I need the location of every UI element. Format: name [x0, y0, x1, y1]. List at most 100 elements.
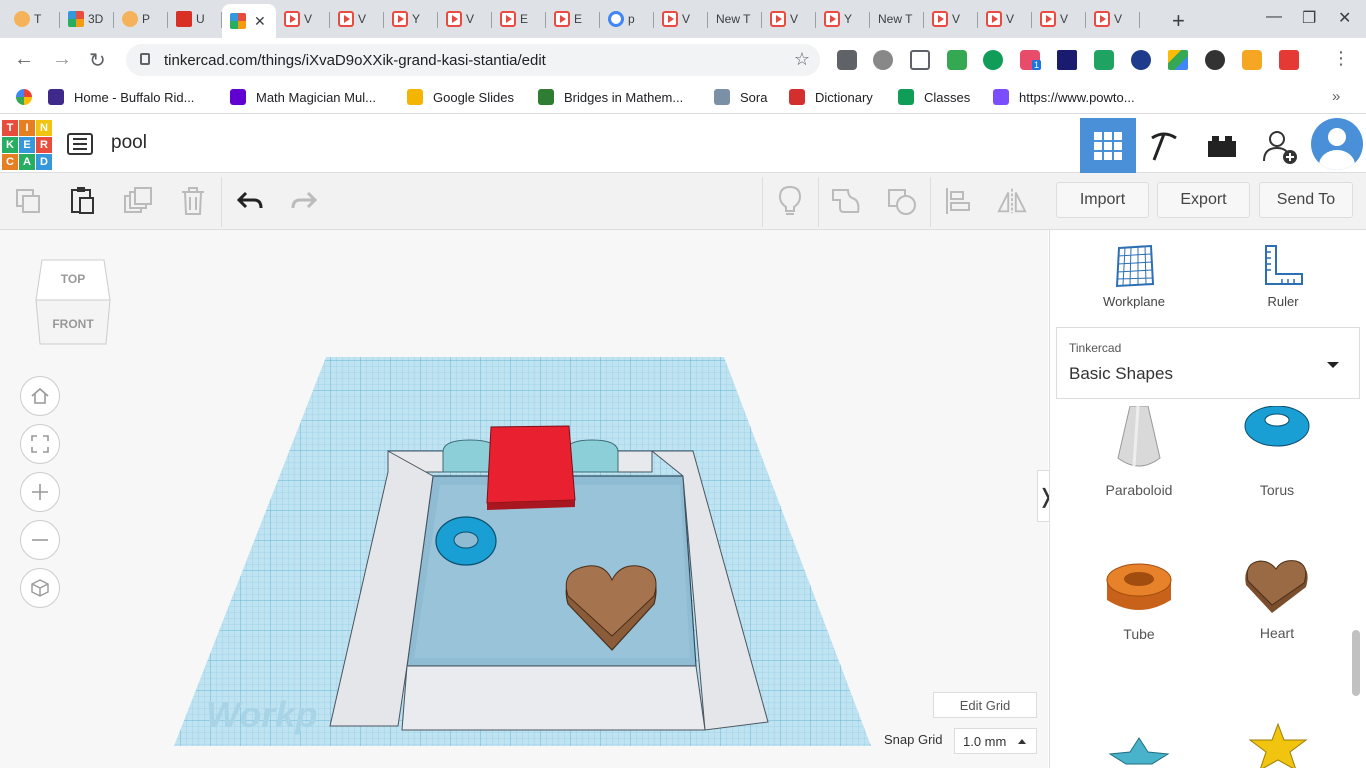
dots-extension-icon[interactable]	[1205, 50, 1225, 70]
align-button[interactable]	[942, 185, 974, 217]
invite-people-button[interactable]	[1252, 118, 1308, 173]
design-title[interactable]: pool	[111, 132, 147, 154]
new-tab-button[interactable]: +	[1172, 8, 1185, 34]
browser-tab[interactable]: V	[762, 4, 816, 34]
bookmark-item[interactable]: Google Slides	[407, 89, 514, 105]
browser-tab[interactable]: ✕	[222, 4, 276, 38]
bookmark-item[interactable]: Bridges in Mathem...	[538, 89, 683, 105]
browser-tab[interactable]: E	[546, 4, 600, 34]
shape-star[interactable]	[1217, 710, 1337, 768]
redo-button[interactable]	[288, 185, 320, 217]
browser-tab[interactable]: New T	[708, 4, 762, 34]
close-tab-icon[interactable]: ✕	[254, 13, 266, 30]
copy-button[interactable]	[12, 185, 44, 217]
shape-heart[interactable]: Heart	[1217, 555, 1337, 641]
back-button[interactable]: ←	[14, 48, 34, 71]
bookmark-item[interactable]: Dictionary	[789, 89, 873, 105]
reload-button[interactable]: ↻	[89, 48, 106, 73]
workplane-tool[interactable]: Workplane	[1079, 244, 1189, 309]
mirror-button[interactable]	[996, 185, 1028, 217]
puzzle-extension-icon[interactable]: 1	[1020, 50, 1042, 70]
bookmark-item[interactable]: Sora	[714, 89, 767, 105]
restore-button[interactable]: ❐	[1302, 8, 1316, 28]
view-cube[interactable]: TOP FRONT	[34, 258, 111, 346]
browser-tab[interactable]: V	[438, 4, 492, 34]
browser-tab[interactable]: V	[654, 4, 708, 34]
k-extension-icon[interactable]	[1131, 50, 1151, 70]
tinkercad-logo[interactable]: TIN KER CAD	[2, 120, 52, 170]
browser-tab[interactable]: p	[600, 4, 654, 34]
apps-icon[interactable]	[16, 89, 32, 105]
browser-tab[interactable]: V	[924, 4, 978, 34]
paste-button[interactable]	[66, 185, 98, 217]
more-bookmarks-icon[interactable]: »	[1332, 88, 1340, 105]
home-view-button[interactable]	[20, 376, 60, 416]
export-button[interactable]: Export	[1157, 182, 1250, 218]
close-window-button[interactable]: ✕	[1338, 8, 1351, 28]
bookmark-item[interactable]: Classes	[898, 89, 970, 105]
bookmark-extension-icon[interactable]	[1279, 50, 1299, 70]
chrome-menu-icon[interactable]: ⋮	[1332, 48, 1350, 69]
3d-scene[interactable]: Workp	[0, 230, 1048, 768]
shield-extension-icon[interactable]	[837, 50, 857, 70]
browser-tab[interactable]: P	[114, 4, 168, 34]
bookmark-item[interactable]: Math Magician Mul...	[230, 89, 376, 105]
bird-extension-icon[interactable]	[873, 50, 893, 70]
browser-tab[interactable]: 3D	[60, 4, 114, 34]
chart-extension-icon[interactable]	[947, 50, 967, 70]
ungroup-button[interactable]	[886, 185, 918, 217]
user-avatar[interactable]	[1311, 118, 1363, 170]
address-bar[interactable]: tinkercad.com/things/iXvaD9oXXik-grand-k…	[126, 44, 820, 76]
browser-tab[interactable]: V	[1086, 4, 1140, 34]
forward-button[interactable]: →	[52, 48, 72, 71]
browser-tab[interactable]: Y	[384, 4, 438, 34]
drive-extension-icon[interactable]	[1168, 50, 1188, 70]
browser-tab[interactable]: V	[276, 4, 330, 34]
shape-paraboloid[interactable]: Paraboloid	[1079, 406, 1199, 498]
shape-tube[interactable]: Tube	[1079, 560, 1199, 642]
bookmark-star-icon[interactable]: ☆	[794, 49, 810, 70]
browser-tab[interactable]: V	[1032, 4, 1086, 34]
browser-tab[interactable]: T	[6, 4, 60, 34]
bookmark-item[interactable]: Home - Buffalo Rid...	[48, 89, 194, 105]
undo-button[interactable]	[234, 185, 266, 217]
pool-front-wall[interactable]	[401, 665, 706, 731]
browser-tab[interactable]: V	[330, 4, 384, 34]
group-button[interactable]	[830, 185, 862, 217]
browser-tab[interactable]: V	[978, 4, 1032, 34]
send-to-button[interactable]: Send To	[1259, 182, 1353, 218]
fit-view-button[interactable]	[20, 424, 60, 464]
leaf-extension-icon[interactable]	[983, 50, 1003, 70]
red-board[interactable]	[486, 425, 576, 504]
cursor-extension-icon[interactable]	[1057, 50, 1077, 70]
grid-extension-icon[interactable]	[910, 50, 930, 70]
snap-grid-select[interactable]: 1.0 mm	[954, 728, 1037, 754]
shape-category-dropdown[interactable]: Tinkercad Basic Shapes	[1056, 327, 1360, 399]
duplicate-button[interactable]	[122, 185, 154, 217]
zoom-in-button[interactable]	[20, 472, 60, 512]
design-list-icon[interactable]	[67, 133, 93, 155]
notes-button[interactable]	[774, 185, 806, 217]
blocks-button[interactable]	[1136, 118, 1192, 173]
minimize-button[interactable]: —	[1266, 8, 1282, 26]
browser-tab[interactable]: New T	[870, 4, 924, 34]
ruler-tool[interactable]: Ruler	[1228, 244, 1338, 309]
browser-tab[interactable]: E	[492, 4, 546, 34]
browser-tab[interactable]: U	[168, 4, 222, 34]
zoom-out-button[interactable]	[20, 520, 60, 560]
shape-torus[interactable]: Torus	[1217, 406, 1337, 498]
delete-button[interactable]	[177, 185, 209, 217]
bookmark-item[interactable]: https://www.powto...	[993, 89, 1135, 105]
view-3d-button[interactable]	[1080, 118, 1136, 173]
back-cylinder-right[interactable]	[565, 439, 619, 473]
workspace-canvas[interactable]: Workp TOP FRONT Edit Grid Snap Grid 1.0 …	[0, 230, 1048, 768]
orthographic-button[interactable]	[20, 568, 60, 608]
screencast-extension-icon[interactable]	[1094, 50, 1114, 70]
import-button[interactable]: Import	[1056, 182, 1149, 218]
browser-tab[interactable]: Y	[816, 4, 870, 34]
bricks-button[interactable]	[1194, 118, 1250, 173]
globe-extension-icon[interactable]	[1242, 50, 1262, 70]
edit-grid-button[interactable]: Edit Grid	[933, 692, 1037, 718]
shape-pyramid-star[interactable]	[1079, 710, 1199, 768]
panel-scrollbar[interactable]	[1352, 630, 1360, 696]
